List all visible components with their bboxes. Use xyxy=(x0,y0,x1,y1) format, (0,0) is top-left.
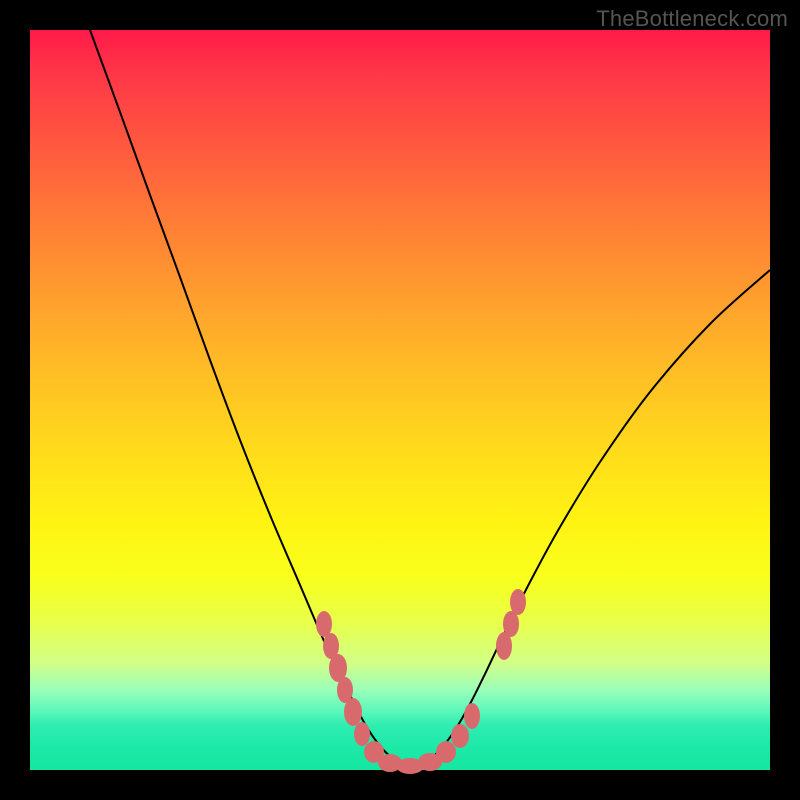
curve-marker xyxy=(503,611,519,637)
curve-marker xyxy=(451,724,469,748)
curve-marker xyxy=(510,589,526,615)
chart-frame: TheBottleneck.com xyxy=(0,0,800,800)
marker-cluster xyxy=(316,589,526,774)
curve-marker xyxy=(344,698,362,726)
watermark-text: TheBottleneck.com xyxy=(596,6,788,32)
curve-marker xyxy=(436,741,456,763)
plot-area xyxy=(30,30,770,770)
curve-marker xyxy=(354,722,370,746)
curve-marker xyxy=(464,703,480,729)
bottleneck-curve xyxy=(90,30,770,766)
curve-marker xyxy=(316,611,332,637)
curve-layer xyxy=(30,30,770,770)
